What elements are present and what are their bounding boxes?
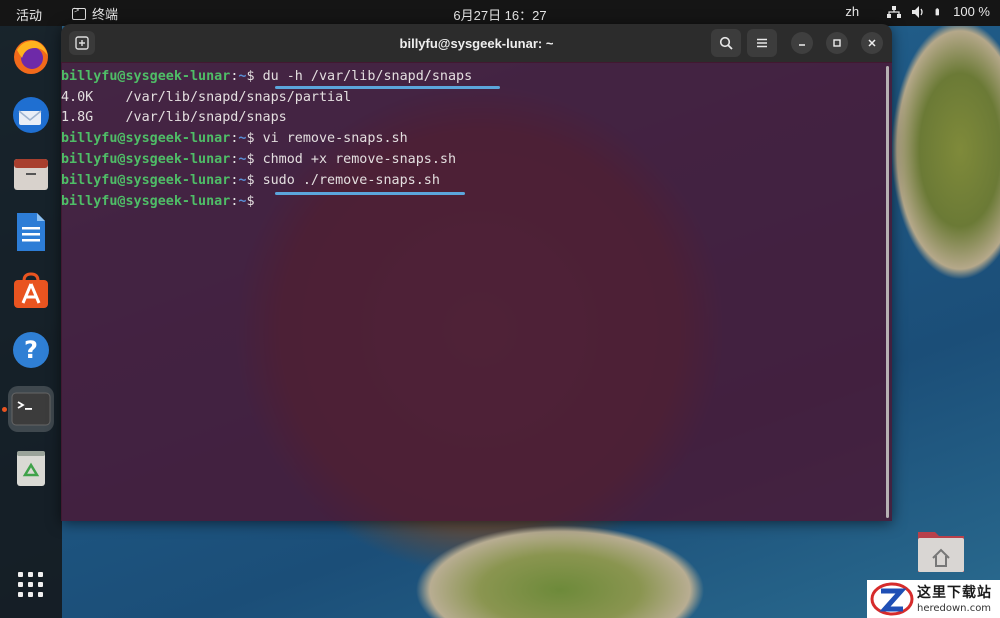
close-button[interactable] — [861, 32, 883, 54]
window-titlebar[interactable]: billyfu@sysgeek-lunar: ~ — [61, 24, 892, 63]
command-text: du -h /var/lib/snapd/snaps — [262, 69, 473, 84]
maximize-button[interactable] — [826, 32, 848, 54]
prompt-symbol: $ — [246, 131, 255, 146]
terminal-line: 1.8G /var/lib/snapd/snaps — [61, 110, 287, 125]
thunderbird-icon — [13, 97, 49, 133]
network-icon — [887, 5, 902, 18]
trash-icon — [17, 451, 45, 486]
terminal-line: billyfu@sysgeek-lunar:~$ — [61, 192, 263, 212]
highlight-underline — [275, 192, 465, 195]
dock-writer[interactable] — [8, 209, 54, 255]
watermark-text: 这里下载站 heredown.com — [917, 582, 992, 614]
search-icon — [719, 36, 733, 50]
prompt-symbol: $ — [246, 69, 255, 84]
prompt-symbol: $ — [246, 152, 255, 167]
writer-icon — [17, 213, 45, 251]
maximize-icon — [833, 39, 841, 47]
prompt-user: billyfu@sysgeek-lunar — [61, 152, 231, 167]
terminal-line: billyfu@sysgeek-lunar:~$ du -h /var/lib/… — [61, 67, 472, 87]
dock: ? — [0, 26, 62, 618]
terminal-output[interactable]: billyfu@sysgeek-lunar:~$ du -h /var/lib/… — [61, 62, 892, 521]
battery-percent: 100 % — [953, 4, 990, 19]
command-text: chmod +x remove-snaps.sh — [262, 152, 457, 167]
prompt-user: billyfu@sysgeek-lunar — [61, 69, 231, 84]
watermark-url: heredown.com — [917, 603, 992, 614]
show-apps-icon — [18, 572, 43, 597]
dock-thunderbird[interactable] — [8, 92, 54, 138]
prompt-symbol: $ — [246, 173, 255, 188]
hamburger-menu-button[interactable] — [747, 29, 777, 57]
home-folder-icon — [918, 532, 964, 572]
terminal-window: billyfu@sysgeek-lunar: ~ billyfu@sysgeek… — [61, 24, 892, 521]
top-bar: 活动 终端 6月27日 16：27 zh 100 % — [0, 0, 1000, 26]
battery-icon — [935, 7, 940, 15]
terminal-line: billyfu@sysgeek-lunar:~$ vi remove-snaps… — [61, 129, 408, 149]
help-icon: ? — [13, 332, 49, 368]
minimize-icon — [799, 44, 805, 46]
command-text: sudo ./remove-snaps.sh — [262, 173, 440, 188]
watermark-logo-icon — [870, 582, 914, 616]
watermark-cn: 这里下载站 — [917, 585, 992, 601]
search-button[interactable] — [711, 29, 741, 57]
dock-app-center[interactable] — [8, 268, 54, 314]
scrollbar[interactable] — [886, 66, 889, 518]
dock-files[interactable] — [8, 151, 54, 197]
terminal-line: billyfu@sysgeek-lunar:~$ sudo ./remove-s… — [61, 171, 440, 191]
prompt-user: billyfu@sysgeek-lunar — [61, 173, 231, 188]
dock-terminal[interactable] — [8, 386, 54, 432]
system-tray[interactable]: zh 100 % — [845, 4, 990, 19]
dock-help[interactable]: ? — [8, 327, 54, 373]
prompt-user: billyfu@sysgeek-lunar — [61, 131, 231, 146]
dock-firefox[interactable] — [8, 33, 54, 79]
watermark: 这里下载站 heredown.com — [867, 580, 1000, 618]
files-icon — [14, 159, 48, 190]
input-method-indicator[interactable]: zh — [845, 4, 859, 19]
dock-trash[interactable] — [8, 445, 54, 491]
prompt-user: billyfu@sysgeek-lunar — [61, 194, 231, 209]
terminal-line: billyfu@sysgeek-lunar:~$ chmod +x remove… — [61, 150, 456, 170]
volume-icon — [912, 5, 923, 18]
prompt-symbol: $ — [246, 194, 255, 209]
close-icon — [868, 39, 876, 47]
firefox-icon — [14, 40, 48, 74]
hamburger-icon — [757, 38, 767, 48]
minimize-button[interactable] — [791, 32, 813, 54]
terminal-line: 4.0K /var/lib/snapd/snaps/partial — [61, 90, 352, 105]
svg-text:?: ? — [24, 336, 38, 364]
command-text: vi remove-snaps.sh — [262, 131, 408, 146]
running-indicator — [2, 407, 7, 412]
dock-show-apps[interactable] — [8, 562, 54, 608]
desktop-home-folder[interactable] — [917, 528, 965, 574]
terminal-icon — [11, 392, 51, 426]
app-center-icon — [14, 272, 48, 308]
